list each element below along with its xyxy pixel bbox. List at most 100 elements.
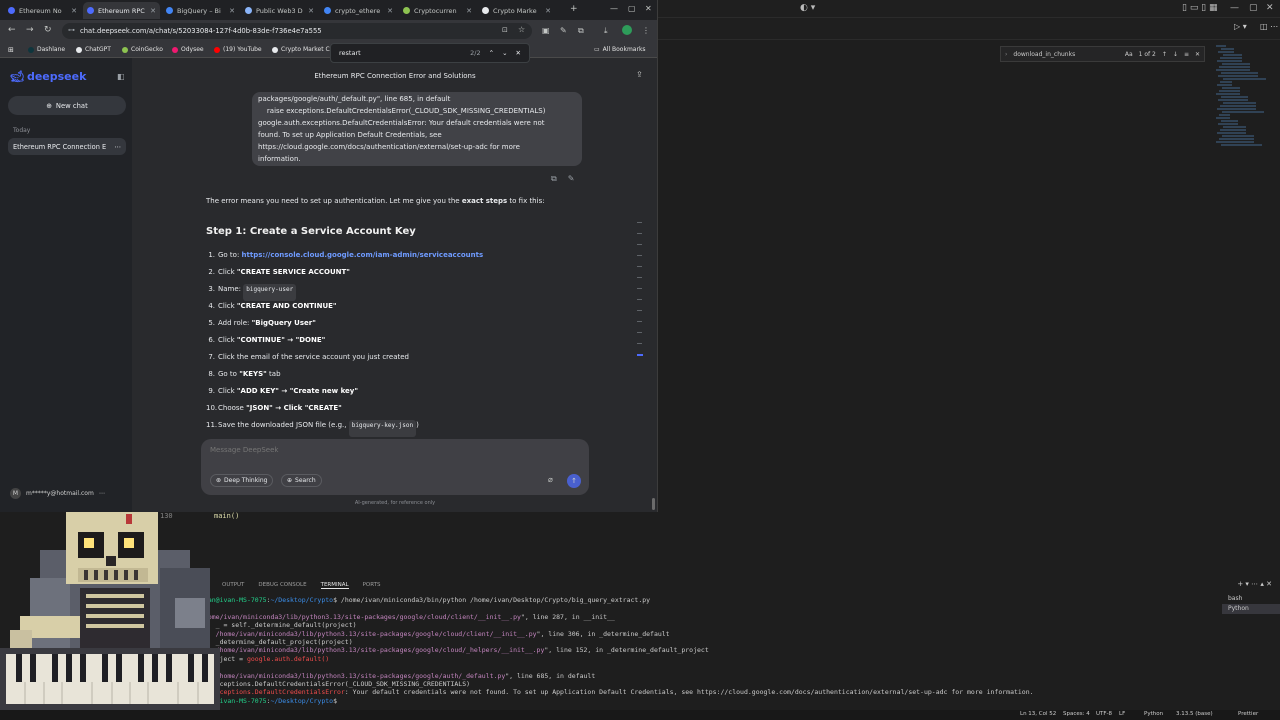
- status-eol[interactable]: LF: [1119, 711, 1125, 717]
- step-link[interactable]: https://console.cloud.google.com/iam-adm…: [242, 250, 484, 267]
- message-nav-rail[interactable]: [637, 222, 645, 366]
- status-language[interactable]: Python: [1144, 711, 1163, 717]
- forward-icon[interactable]: →: [26, 25, 34, 35]
- extensions-puzzle-icon[interactable]: ⧉: [578, 26, 584, 36]
- new-tab-button[interactable]: +: [570, 4, 578, 14]
- collapse-sidebar-icon[interactable]: ◧: [117, 72, 125, 81]
- find-next-icon[interactable]: ⌄: [502, 49, 507, 57]
- bookmark-item[interactable]: Odysee: [172, 46, 204, 53]
- bookmark-item[interactable]: CoinGecko: [122, 46, 163, 53]
- share-icon[interactable]: ⇪: [636, 70, 643, 79]
- step-number: 9.: [208, 387, 215, 395]
- tab-close-icon[interactable]: ✕: [387, 7, 393, 15]
- status-position[interactable]: Ln 13, Col 52: [1020, 711, 1056, 717]
- address-bar[interactable]: ⊶ chat.deepseek.com/a/chat/s/52033084-12…: [62, 23, 532, 39]
- step-text: Click: [218, 387, 237, 395]
- user-menu-icon[interactable]: ⋯: [99, 490, 105, 497]
- message-input[interactable]: [210, 446, 570, 454]
- browser-tab[interactable]: Crypto Marke ✕: [478, 2, 555, 19]
- tab-title: BigQuery – Bi: [177, 6, 221, 15]
- bookmark-item[interactable]: Dashlane: [28, 46, 65, 53]
- minimize-icon[interactable]: —: [610, 4, 618, 13]
- new-chat-button[interactable]: ⊕ New chat: [8, 96, 126, 115]
- maximize-icon[interactable]: ▢: [1249, 3, 1258, 13]
- apps-icon[interactable]: ⊞: [8, 46, 14, 54]
- url-text[interactable]: chat.deepseek.com/a/chat/s/52033084-127f…: [80, 27, 322, 35]
- browser-tab[interactable]: crypto_ethere ✕: [320, 2, 397, 19]
- panel-tab[interactable]: TERMINAL: [320, 582, 349, 589]
- panel-tab[interactable]: PORTS: [363, 582, 381, 588]
- deepseek-logo[interactable]: 🐋︎ deepseek: [10, 70, 86, 83]
- editor-find-widget: › download_in_chunks Aa 1 of 2 ↑ ↓ ≡ ✕: [1000, 46, 1205, 62]
- tab-close-icon[interactable]: ✕: [150, 7, 156, 15]
- site-info-icon[interactable]: ⊶: [68, 26, 75, 34]
- user-profile[interactable]: M m*****y@hotmail.com ⋯: [10, 488, 105, 499]
- terminal-line: ivan@ivan-MS-7075:~/Desktop/Crypto$ /hom…: [200, 596, 651, 604]
- chrome-menu-icon[interactable]: ⋮: [642, 26, 650, 35]
- install-app-icon[interactable]: ⊡: [502, 26, 508, 34]
- back-icon[interactable]: ←: [8, 25, 16, 35]
- run-icon[interactable]: ▷ ▾: [1234, 22, 1247, 31]
- edit-icon[interactable]: ✎: [568, 174, 575, 184]
- bookmark-item[interactable]: Crypto Market C: [272, 46, 330, 53]
- terminal-instance[interactable]: bash: [1222, 594, 1280, 604]
- panel-tab[interactable]: DEBUG CONSOLE: [258, 582, 306, 588]
- bookmark-item[interactable]: ChatGPT: [76, 46, 111, 53]
- download-icon[interactable]: ⤓: [604, 26, 608, 36]
- browser-tab[interactable]: Cryptocurren ✕: [399, 2, 476, 19]
- terminal-line: /home/ivan/miniconda3/lib/python3.13/sit…: [200, 671, 596, 680]
- tab-close-icon[interactable]: ✕: [71, 7, 77, 15]
- more-icon[interactable]: ⋯: [114, 143, 121, 151]
- find-next-icon[interactable]: ↓: [1173, 51, 1178, 58]
- search-button[interactable]: ⊕ Search: [281, 474, 322, 487]
- close-icon[interactable]: ✕: [645, 4, 652, 13]
- bookmark-star-icon[interactable]: ☆: [518, 25, 525, 34]
- find-prev-icon[interactable]: ↑: [1162, 51, 1167, 58]
- tab-close-icon[interactable]: ✕: [229, 7, 235, 15]
- find-menu-icon[interactable]: ≡: [1184, 51, 1189, 58]
- send-button[interactable]: ↑: [567, 474, 581, 488]
- maximize-icon[interactable]: ▢: [628, 4, 636, 13]
- page-scrollbar[interactable]: [652, 498, 655, 510]
- browser-tab[interactable]: Ethereum No ✕: [4, 2, 81, 19]
- close-icon[interactable]: ✕: [1266, 3, 1274, 13]
- tab-close-icon[interactable]: ✕: [308, 7, 314, 15]
- find-close-icon[interactable]: ✕: [516, 49, 521, 57]
- editor-minimap[interactable]: [1216, 44, 1266, 184]
- extension-icon[interactable]: ▣: [542, 26, 550, 35]
- split-editor-icon[interactable]: ◫ ⋯: [1260, 22, 1278, 31]
- browser-tab[interactable]: Public Web3 D ✕: [241, 2, 318, 19]
- reload-icon[interactable]: ↻: [44, 25, 52, 35]
- panel-tab[interactable]: OUTPUT: [222, 582, 244, 588]
- browser-tab[interactable]: Ethereum RPC ✕: [83, 2, 160, 19]
- terminal-output[interactable]: ivan@ivan-MS-7075:~/Desktop/Crypto$ /hom…: [200, 596, 1210, 712]
- match-case-icon[interactable]: Aa: [1125, 51, 1133, 58]
- pen-icon[interactable]: ✎: [560, 26, 567, 35]
- deep-thinking-button[interactable]: ⊛ Deep Thinking: [210, 474, 274, 487]
- vscode-copilot-icon[interactable]: ◐ ▾: [800, 3, 815, 13]
- status-prettier[interactable]: Prettier: [1238, 711, 1258, 717]
- minimize-icon[interactable]: —: [1230, 3, 1239, 13]
- status-interpreter[interactable]: 3.13.5 (base): [1176, 711, 1213, 717]
- status-encoding[interactable]: UTF-8: [1096, 711, 1112, 717]
- find-prev-icon[interactable]: ⌃: [489, 49, 494, 57]
- copy-icon[interactable]: ⧉: [551, 174, 557, 184]
- status-spaces[interactable]: Spaces: 4: [1063, 711, 1090, 717]
- layout-icons[interactable]: ▯ ▭ ▯ ▦: [1182, 3, 1218, 13]
- conversation-item[interactable]: Ethereum RPC Connection E ⋯: [8, 138, 126, 155]
- editor-find-input[interactable]: download_in_chunks: [1013, 51, 1118, 58]
- step-number: 3.: [208, 285, 215, 293]
- panel-controls[interactable]: + ▾ ⋯ ▴ ✕: [1237, 580, 1272, 588]
- bookmark-item[interactable]: (19) YouTube: [214, 46, 262, 53]
- tab-close-icon[interactable]: ✕: [545, 7, 551, 15]
- all-bookmarks[interactable]: ▭ All Bookmarks: [594, 46, 646, 53]
- tab-favicon: [87, 7, 94, 14]
- tab-close-icon[interactable]: ✕: [466, 7, 472, 15]
- attach-icon[interactable]: ⌀: [548, 475, 553, 484]
- browser-tab[interactable]: BigQuery – Bi ✕: [162, 2, 239, 19]
- find-close-icon[interactable]: ✕: [1195, 51, 1200, 58]
- terminal-instance[interactable]: Python: [1222, 604, 1280, 614]
- find-input[interactable]: restart: [339, 49, 462, 57]
- tab-favicon: [8, 7, 15, 14]
- profile-avatar[interactable]: [622, 25, 632, 35]
